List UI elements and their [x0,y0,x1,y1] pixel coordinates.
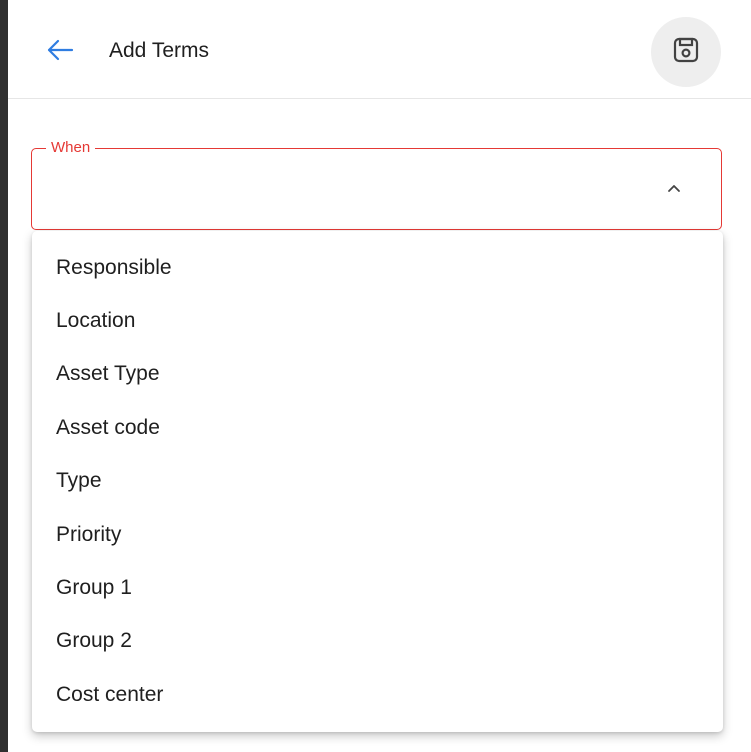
menu-item-asset-code[interactable]: Asset code [32,401,723,454]
when-options-menu: Responsible Location Asset Type Asset co… [32,231,723,732]
chevron-up-icon [667,181,681,195]
back-button[interactable] [42,34,78,70]
arrow-left-icon [46,38,74,67]
menu-item-type[interactable]: Type [32,455,723,508]
save-button[interactable] [651,17,721,87]
page-header: Add Terms [8,0,751,99]
page-title: Add Terms [109,39,209,62]
menu-item-responsible[interactable]: Responsible [32,241,723,294]
menu-item-cost-center[interactable]: Cost center [32,668,723,721]
add-terms-page: Add Terms When Responsible Location Asse… [0,0,751,752]
menu-item-group-1[interactable]: Group 1 [32,561,723,614]
background-panel-edge [0,0,8,752]
menu-item-group-2[interactable]: Group 2 [32,615,723,668]
menu-item-location[interactable]: Location [32,294,723,347]
menu-item-asset-type[interactable]: Asset Type [32,348,723,401]
menu-item-priority[interactable]: Priority [32,508,723,561]
when-field-label: When [46,139,96,157]
floppy-disk-icon [669,33,703,72]
when-select[interactable]: When [31,139,722,230]
